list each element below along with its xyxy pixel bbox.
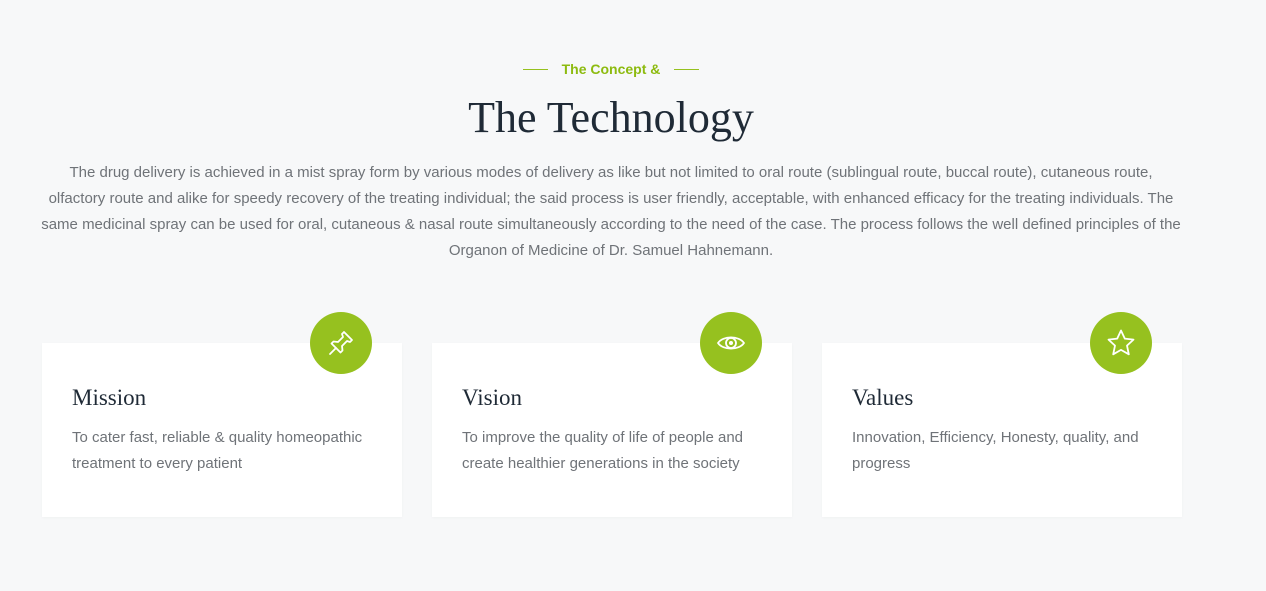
eyebrow-text: The Concept & <box>561 61 661 77</box>
mission-badge <box>310 312 372 374</box>
pin-icon <box>329 331 353 355</box>
vision-badge <box>700 312 762 374</box>
mission-title: Mission <box>72 385 147 410</box>
eyebrow-line-right <box>674 68 700 70</box>
vision-card: Vision To improve the quality of life of… <box>432 312 792 517</box>
section-description: The drug delivery is achieved in a mist … <box>41 164 1181 259</box>
vision-text: To improve the quality of life of people… <box>462 429 744 472</box>
eyebrow-line-left <box>522 68 548 70</box>
values-card: Values Innovation, Efficiency, Honesty, … <box>822 312 1182 517</box>
section-eyebrow: The Concept & <box>0 58 1222 80</box>
values-text: Innovation, Efficiency, Honesty, quality… <box>852 429 1139 472</box>
vision-title: Vision <box>462 385 522 410</box>
mission-text: To cater fast, reliable & quality homeop… <box>72 429 363 472</box>
star-icon <box>1107 329 1135 356</box>
section-title: The Technology <box>468 93 754 142</box>
values-badge <box>1090 312 1152 374</box>
mission-card: Mission To cater fast, reliable & qualit… <box>42 312 402 517</box>
eye-icon <box>717 336 745 350</box>
values-title: Values <box>852 385 914 410</box>
